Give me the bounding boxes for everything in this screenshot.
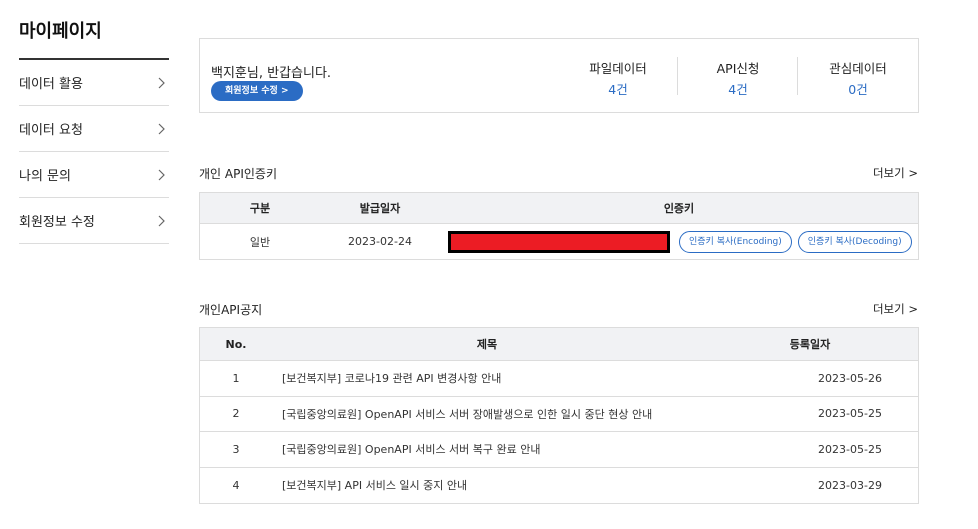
chevron-right-icon (156, 123, 166, 135)
stat-value[interactable]: 0건 (798, 79, 918, 98)
notice-more-link[interactable]: 더보기 > (873, 301, 918, 317)
api-key-more-link[interactable]: 더보기 > (873, 165, 918, 181)
sidebar-item-data-request[interactable]: 데이터 요청 (19, 106, 169, 152)
notice-table: No. 제목 등록일자 1 [보건복지부] 코로나19 관련 API 변경사항 … (199, 327, 919, 504)
edit-profile-button[interactable]: 회원정보 수정 > (211, 81, 303, 101)
stat-label: 파일데이터 (589, 61, 647, 76)
key-issue-date: 2023-02-24 (348, 235, 412, 248)
table-header: No. 제목 등록일자 (200, 328, 918, 361)
notice-date: 2023-05-25 (818, 407, 882, 421)
chevron-right-icon (156, 77, 166, 89)
sidebar-item-label: 회원정보 수정 (19, 215, 95, 230)
column-header: 발급일자 (359, 202, 401, 215)
copy-key-encoding-button[interactable]: 인증키 복사(Encoding) (679, 230, 792, 253)
table-row[interactable]: 2 [국립중앙의료원] OpenAPI 서비스 서버 장애발생으로 인한 일시 … (200, 397, 918, 432)
redacted-api-key (448, 230, 670, 253)
notice-date: 2023-05-26 (818, 371, 882, 385)
notice-number: 4 (232, 478, 240, 492)
notice-title-link[interactable]: [보건복지부] API 서비스 일시 중지 안내 (272, 477, 782, 493)
sidebar: 마이페이지 데이터 활용 데이터 요청 나의 문의 회원정보 수정 (19, 0, 169, 244)
notice-number: 1 (232, 371, 240, 385)
sidebar-item-edit-profile[interactable]: 회원정보 수정 (19, 198, 169, 244)
stat-label: 관심데이터 (829, 61, 887, 76)
stat-interest-data[interactable]: 관심데이터 0건 (798, 58, 918, 98)
notice-date: 2023-05-25 (818, 442, 882, 456)
sidebar-item-label: 나의 문의 (19, 169, 71, 184)
api-key-table: 구분 발급일자 인증키 일반 2023-02-24 인증키 복사(Encodin… (199, 192, 919, 260)
notice-section-title: 개인API공지 (199, 303, 263, 317)
sidebar-title: 마이페이지 (19, 0, 169, 60)
notice-date: 2023-03-29 (818, 478, 882, 492)
chevron-right-icon (156, 215, 166, 227)
stat-value[interactable]: 4건 (558, 79, 678, 98)
column-header: No. (225, 337, 247, 351)
copy-key-decoding-button[interactable]: 인증키 복사(Decoding) (797, 230, 912, 253)
column-header: 제목 (476, 338, 498, 351)
chevron-right-icon (156, 169, 166, 181)
notice-title-link[interactable]: [보건복지부] 코로나19 관련 API 변경사항 안내 (272, 370, 782, 386)
api-key-section-title: 개인 API인증키 (199, 167, 277, 181)
table-header: 구분 발급일자 인증키 (200, 193, 918, 224)
column-header: 인증키 (663, 202, 695, 215)
sidebar-item-my-inquiry[interactable]: 나의 문의 (19, 152, 169, 198)
column-header: 구분 (249, 202, 271, 215)
stat-label: API신청 (716, 61, 760, 76)
stat-file-data[interactable]: 파일데이터 4건 (558, 58, 678, 98)
table-row[interactable]: 3 [국립중앙의료원] OpenAPI 서비스 서버 복구 완료 안내 2023… (200, 432, 918, 468)
stat-value[interactable]: 4건 (678, 79, 798, 98)
sidebar-item-label: 데이터 활용 (19, 77, 83, 92)
key-type: 일반 (249, 235, 271, 249)
notice-title-link[interactable]: [국립중앙의료원] OpenAPI 서비스 서버 복구 완료 안내 (272, 441, 782, 457)
table-row[interactable]: 1 [보건복지부] 코로나19 관련 API 변경사항 안내 2023-05-2… (200, 361, 918, 397)
column-header: 등록일자 (789, 338, 831, 351)
notice-number: 3 (232, 442, 240, 456)
user-summary-panel: 백지훈님, 반갑습니다. 회원정보 수정 > 파일데이터 4건 API신청 4건… (199, 38, 919, 113)
table-row: 일반 2023-02-24 인증키 복사(Encoding) 인증키 복사(De… (200, 224, 918, 259)
stat-api-requests[interactable]: API신청 4건 (678, 58, 798, 98)
notice-number: 2 (232, 407, 240, 421)
table-row[interactable]: 4 [보건복지부] API 서비스 일시 중지 안내 2023-03-29 (200, 468, 918, 504)
sidebar-item-data-usage[interactable]: 데이터 활용 (19, 60, 169, 106)
sidebar-item-label: 데이터 요청 (19, 123, 83, 138)
greeting-text: 백지훈님, 반갑습니다. (211, 66, 332, 81)
notice-title-link[interactable]: [국립중앙의료원] OpenAPI 서비스 서버 장애발생으로 인한 일시 중단… (272, 406, 782, 422)
